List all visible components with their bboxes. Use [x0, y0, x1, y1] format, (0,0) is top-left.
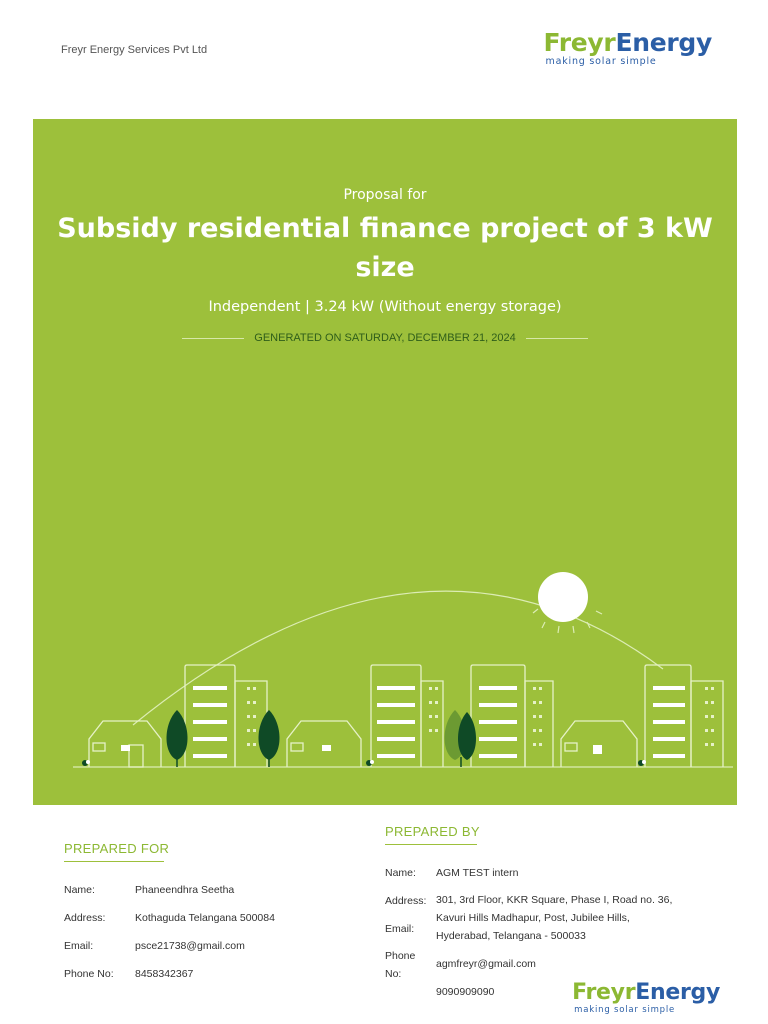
prepared-by-phone: 9090909090 [436, 986, 495, 998]
house-2 [286, 720, 362, 767]
freyr-energy-logo-footer: FreyrEnergy making solar simple [572, 980, 720, 1016]
proposal-title: Subsidy residential finance project of 3… [57, 213, 713, 283]
prepared-by-name: AGM TEST intern [436, 867, 519, 879]
freyr-energy-logo: FreyrEnergy making solar simple [543, 28, 713, 67]
building-2 [370, 664, 444, 767]
prepared-for-email-label: Email: [64, 940, 94, 952]
house-3 [560, 720, 638, 767]
prepared-by-email: agmfreyr@gmail.com [436, 958, 536, 970]
proposal-subtitle: Independent | 3.24 kW (Without energy st… [208, 299, 562, 315]
prepared-for-email: psce21738@gmail.com [135, 940, 245, 952]
proposal-pre-title: Proposal for [343, 187, 427, 203]
prepared-by-address-line-3: Hyderabad, Telangana - 500033 [436, 930, 586, 942]
prepared-by-rule [385, 844, 477, 845]
prepared-for-heading: PREPARED FOR [64, 841, 170, 856]
hero-banner: Proposal for Subsidy residential finance… [33, 119, 737, 805]
prepared-for-phone: 8458342367 [135, 968, 194, 980]
prepared-by-email-label: Email: [385, 923, 415, 935]
logo-word-energy: Energy [615, 28, 712, 57]
divider-right [525, 337, 588, 339]
company-name: Freyr Energy Services Pvt Ltd [61, 44, 208, 56]
prepared-for-phone-label: Phone No: [64, 968, 114, 980]
sun-icon [538, 572, 588, 622]
prepared-by-address-line-2: Kavuri Hills Madhapur, Post, Jubilee Hil… [436, 912, 630, 924]
prepared-for-address-label: Address: [64, 912, 106, 924]
city-skyline-illustration [73, 572, 733, 768]
logo-word-freyr: Freyr [543, 28, 616, 57]
generated-date: GENERATED ON SATURDAY, DECEMBER 21, 2024 [254, 332, 516, 344]
prepared-by-address: 301, 3rd Floor, KKR Square, Phase I, Roa… [436, 891, 716, 945]
prepared-by-address-label: Address: [385, 895, 427, 907]
prepared-by-address-line-1: 301, 3rd Floor, KKR Square, Phase I, Roa… [436, 894, 673, 906]
divider-left [182, 337, 245, 339]
house-1 [88, 720, 162, 768]
logo-word-energy: Energy [635, 980, 720, 1005]
prepared-for-name-label: Name: [64, 884, 95, 896]
prepared-for-rule [64, 861, 164, 862]
logo-tagline: making solar simple [574, 1005, 676, 1015]
prepared-for-name: Phaneendhra Seetha [135, 884, 235, 896]
generated-date-line: GENERATED ON SATURDAY, DECEMBER 21, 2024 [33, 332, 737, 344]
prepared-by-name-label: Name: [385, 867, 416, 879]
prepared-by-heading: PREPARED BY [385, 824, 480, 839]
prepared-for-address: Kothaguda Telangana 500084 [135, 912, 275, 924]
prepared-by-phone-label-line-1: Phone [385, 950, 416, 962]
prepared-by-phone-label-line-2: No: [385, 968, 402, 980]
logo-tagline: making solar simple [545, 56, 657, 67]
logo-word-freyr: Freyr [572, 980, 636, 1005]
